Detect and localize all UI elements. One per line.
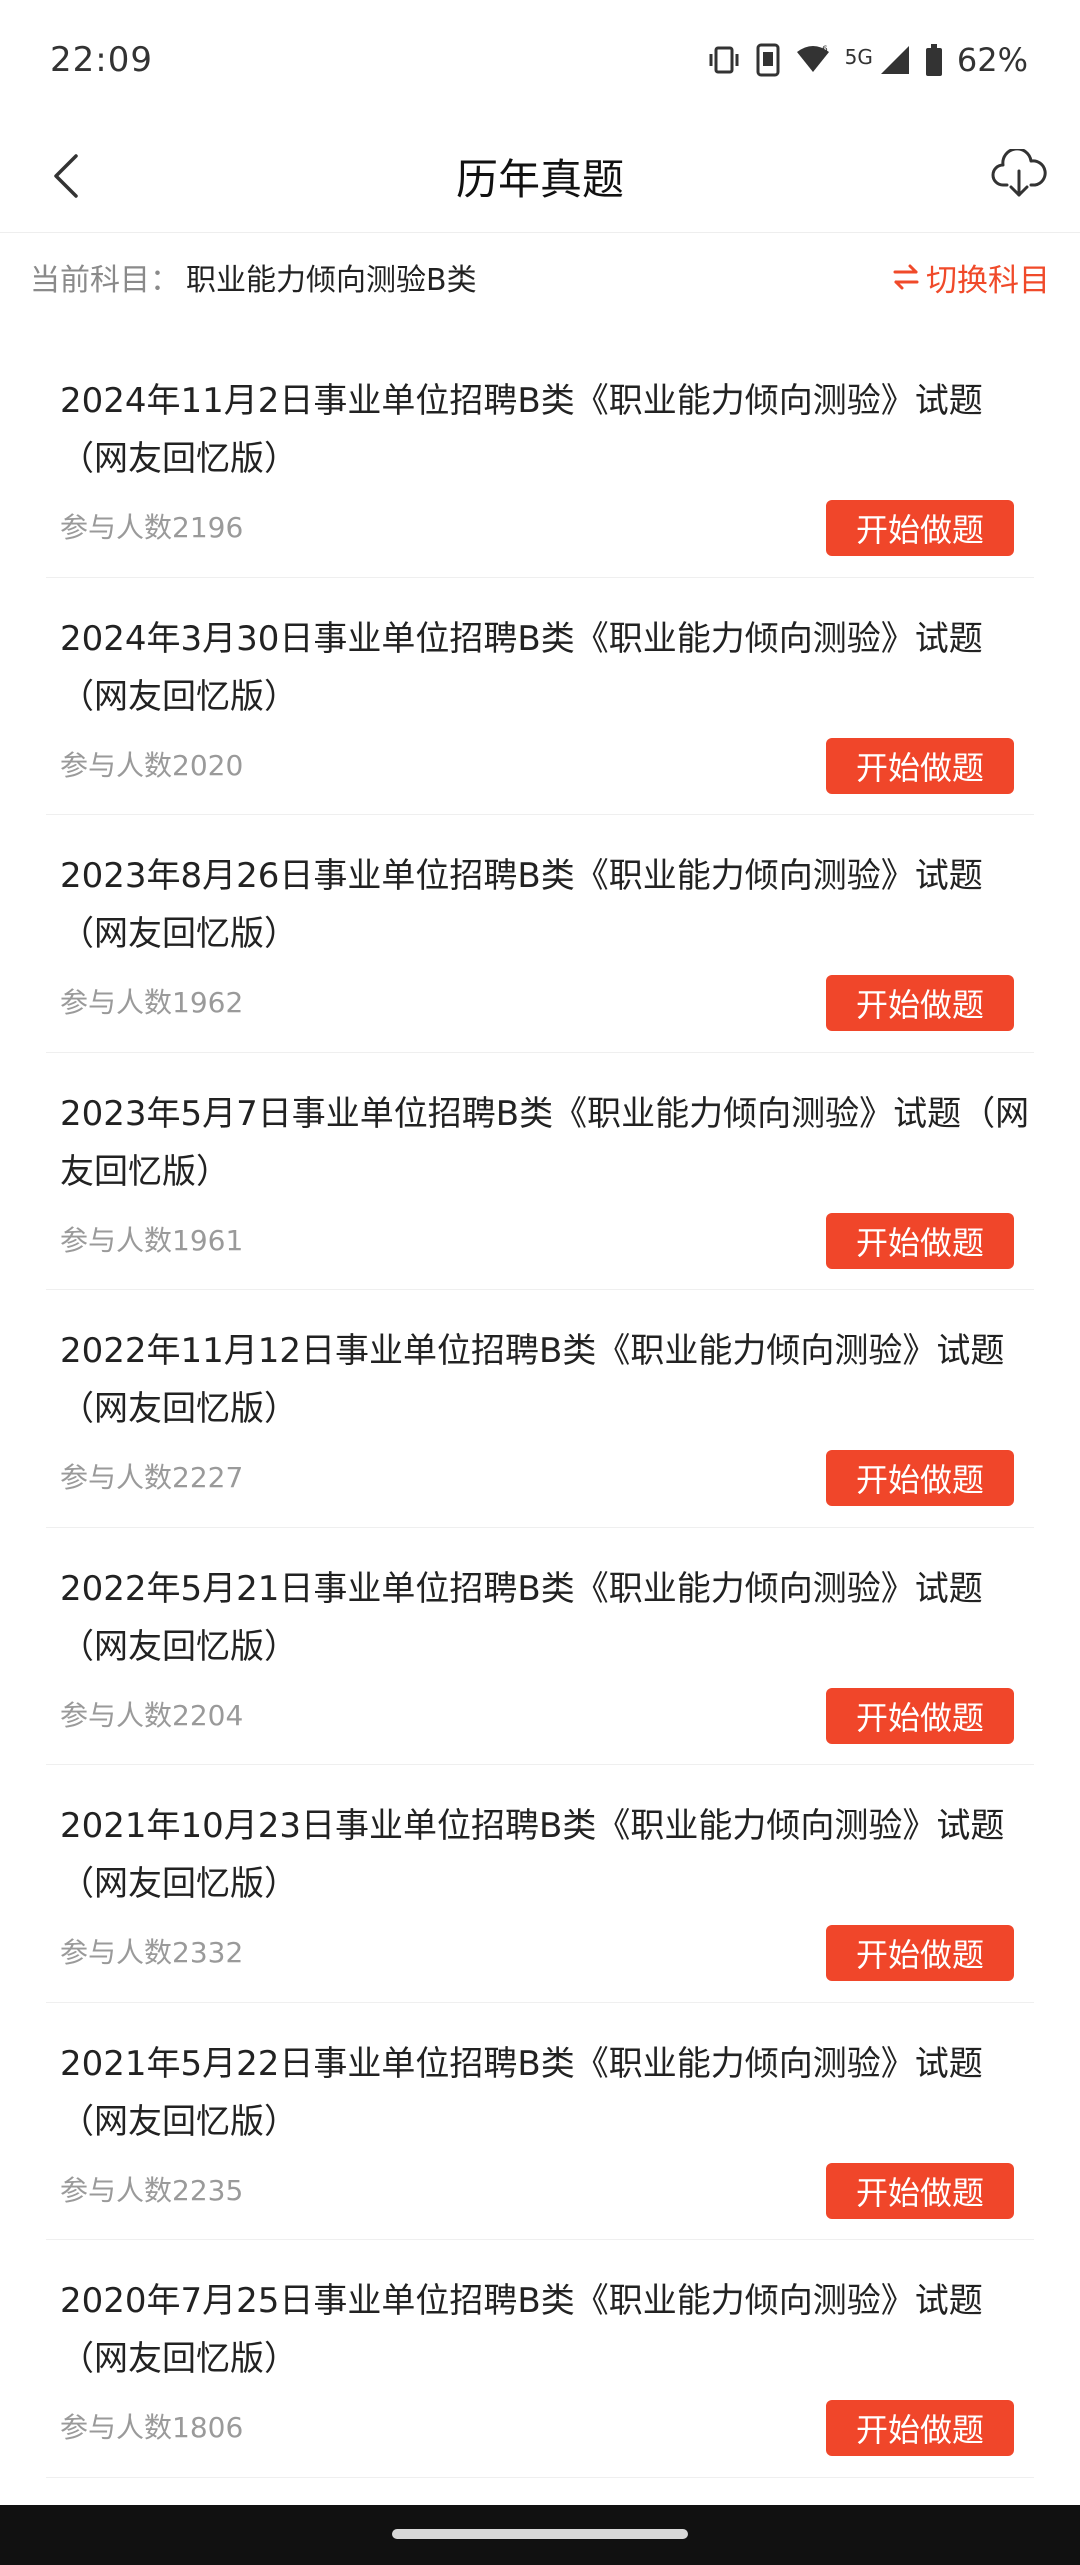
svg-text:6: 6 — [822, 45, 828, 55]
exam-title: 2024年3月30日事业单位招聘B类《职业能力倾向测验》试题（网友回忆版） — [60, 618, 983, 717]
start-exam-button[interactable]: 开始做题 — [826, 737, 1014, 794]
battery-percent: 62% — [956, 41, 1028, 79]
switch-subject-button[interactable]: 切换科目 — [892, 255, 1050, 300]
subject-bar: 当前科目： 职业能力倾向测验B类 切换科目 — [0, 250, 1080, 304]
start-exam-button[interactable]: 开始做题 — [826, 2400, 1014, 2456]
start-exam-button[interactable]: 开始做题 — [826, 1687, 1014, 1744]
exam-title: 2024年11月2日事业单位招聘B类《职业能力倾向测验》试题（网友回忆版） — [60, 381, 983, 479]
system-nav-bar — [0, 2505, 1080, 2565]
start-exam-button[interactable]: 开始做题 — [826, 1925, 1014, 1981]
cloud-download-icon — [991, 149, 1047, 197]
exam-list: 2024年11月2日事业单位招聘B类《职业能力倾向测验》试题（网友回忆版） 参与… — [0, 340, 1080, 2478]
exam-title: 2021年5月22日事业单位招聘B类《职业能力倾向测验》试题（网友回忆版） — [60, 2043, 983, 2142]
vibrate-icon — [707, 43, 741, 77]
list-item[interactable]: 2023年5月7日事业单位招聘B类《职业能力倾向测验》试题（网友回忆版） 参与人… — [46, 1053, 1034, 1290]
subject-label: 当前科目： — [30, 263, 180, 298]
switch-subject-label: 切换科目 — [926, 262, 1050, 299]
back-arrow-icon — [54, 154, 78, 198]
participant-count: 参与人数2227 — [60, 1461, 244, 1494]
status-bar: 22:09 6 5G 62% — [0, 0, 1080, 120]
subject-value: 职业能力倾向测验B类 — [186, 263, 477, 298]
page-title: 历年真题 — [455, 154, 624, 204]
network-label: 5G — [844, 45, 873, 69]
current-subject: 当前科目： 职业能力倾向测验B类 — [30, 255, 477, 299]
exam-title: 2023年5月7日事业单位招聘B类《职业能力倾向测验》试题（网友回忆版） — [60, 1093, 1030, 1192]
list-item[interactable]: 2023年8月26日事业单位招聘B类《职业能力倾向测验》试题（网友回忆版） 参与… — [46, 815, 1034, 1053]
participant-count: 参与人数2332 — [60, 1936, 244, 1969]
participant-count: 参与人数2235 — [60, 2173, 244, 2207]
status-time: 22:09 — [50, 40, 153, 80]
participant-count: 参与人数1962 — [60, 986, 244, 1019]
exam-title: 2022年5月21日事业单位招聘B类《职业能力倾向测验》试题（网友回忆版） — [60, 1568, 983, 1667]
back-button[interactable] — [34, 144, 98, 208]
participant-count: 参与人数2020 — [60, 748, 244, 782]
signal-icon — [879, 44, 911, 76]
participant-count: 参与人数2204 — [60, 1698, 244, 1732]
start-exam-button[interactable]: 开始做题 — [826, 1212, 1014, 1269]
start-exam-button[interactable]: 开始做题 — [826, 975, 1014, 1031]
battery-icon — [925, 43, 943, 77]
list-item[interactable]: 2022年11月12日事业单位招聘B类《职业能力倾向测验》试题（网友回忆版） 参… — [46, 1290, 1034, 1528]
list-item[interactable]: 2024年11月2日事业单位招聘B类《职业能力倾向测验》试题（网友回忆版） 参与… — [46, 340, 1034, 578]
start-exam-button[interactable]: 开始做题 — [826, 2162, 1014, 2219]
list-item[interactable]: 2020年7月25日事业单位招聘B类《职业能力倾向测验》试题（网友回忆版） 参与… — [46, 2240, 1034, 2478]
download-button[interactable] — [984, 140, 1054, 210]
wifi-icon: 6 — [795, 44, 831, 76]
exam-title: 2023年8月26日事业单位招聘B类《职业能力倾向测验》试题（网友回忆版） — [60, 856, 983, 954]
start-exam-button[interactable]: 开始做题 — [826, 1450, 1014, 1506]
list-item[interactable]: 2021年5月22日事业单位招聘B类《职业能力倾向测验》试题（网友回忆版） 参与… — [46, 2003, 1034, 2240]
exam-title: 2022年11月12日事业单位招聘B类《职业能力倾向测验》试题（网友回忆版） — [60, 1331, 1005, 1429]
participant-count: 参与人数1806 — [60, 2411, 244, 2444]
list-item[interactable]: 2024年3月30日事业单位招聘B类《职业能力倾向测验》试题（网友回忆版） 参与… — [46, 578, 1034, 815]
participant-count: 参与人数1961 — [60, 1223, 244, 1257]
participant-count: 参与人数2196 — [60, 511, 244, 544]
exam-title: 2021年10月23日事业单位招聘B类《职业能力倾向测验》试题（网友回忆版） — [60, 1806, 1005, 1904]
swap-arrows-icon — [893, 264, 919, 290]
header: 历年真题 — [0, 120, 1080, 233]
start-exam-button[interactable]: 开始做题 — [826, 500, 1014, 556]
list-item[interactable]: 2021年10月23日事业单位招聘B类《职业能力倾向测验》试题（网友回忆版） 参… — [46, 1765, 1034, 2003]
list-item[interactable]: 2022年5月21日事业单位招聘B类《职业能力倾向测验》试题（网友回忆版） 参与… — [46, 1528, 1034, 1765]
home-indicator[interactable] — [392, 2529, 688, 2539]
sim-icon — [755, 42, 781, 78]
exam-title: 2020年7月25日事业单位招聘B类《职业能力倾向测验》试题（网友回忆版） — [60, 2281, 983, 2379]
status-icons: 6 5G 62% — [707, 41, 1028, 79]
